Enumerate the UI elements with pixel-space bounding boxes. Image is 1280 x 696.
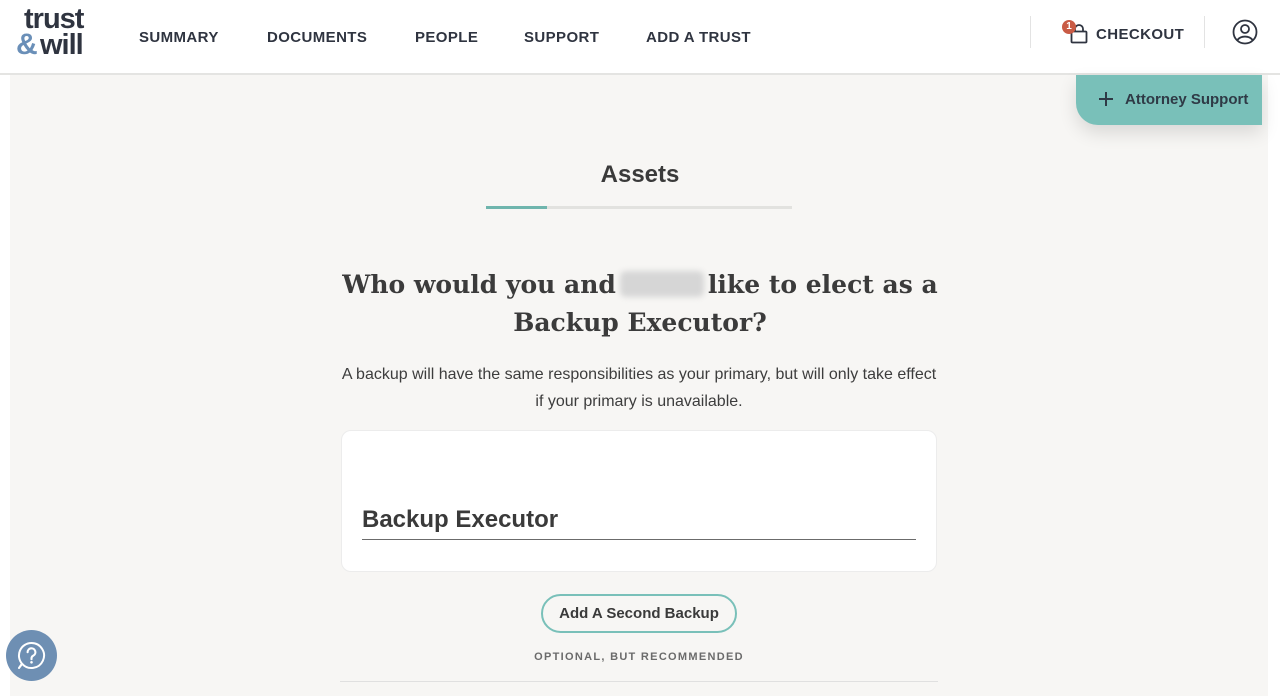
nav-people[interactable]: PEOPLE — [415, 29, 478, 47]
question-text-start: Who would you and — [342, 270, 616, 299]
user-account-icon[interactable] — [1232, 19, 1258, 45]
trust-and-will-logo[interactable]: trust & will — [16, 4, 94, 62]
optional-note: OPTIONAL, BUT RECOMMENDED — [534, 651, 744, 663]
logo-ampersand: & — [16, 28, 38, 61]
header-divider — [1030, 16, 1031, 48]
top-header: trust & will SUMMARY DOCUMENTS PEOPLE SU… — [0, 0, 1280, 75]
checkout-button[interactable]: 1 CHECKOUT — [1062, 20, 1192, 50]
header-divider-2 — [1204, 16, 1205, 48]
question-heading: Who would you and like to elect as a Back… — [330, 266, 950, 342]
add-second-backup-button[interactable]: Add A Second Backup — [541, 594, 737, 633]
backup-executor-card: Backup Executor — [341, 430, 937, 572]
plus-icon — [1099, 92, 1113, 106]
nav-add-a-trust[interactable]: ADD A TRUST — [646, 29, 751, 47]
attorney-support-label: Attorney Support — [1125, 91, 1249, 108]
nav-support[interactable]: SUPPORT — [524, 29, 599, 47]
backup-executor-field[interactable]: Backup Executor — [362, 503, 916, 540]
checkout-count-badge: 1 — [1062, 20, 1076, 34]
logo-text-will: will — [40, 29, 84, 61]
nav-documents[interactable]: DOCUMENTS — [267, 29, 367, 47]
section-progress-bar — [486, 206, 792, 209]
section-progress-fill — [486, 206, 548, 209]
bottom-divider — [340, 681, 938, 682]
help-question-icon — [17, 641, 46, 669]
question-description: A backup will have the same responsibili… — [341, 366, 937, 410]
backup-executor-label: Backup Executor — [362, 506, 559, 533]
help-button[interactable] — [6, 630, 57, 681]
checkout-label: CHECKOUT — [1096, 26, 1185, 43]
section-title: Assets — [600, 161, 680, 188]
redacted-partner-name — [619, 271, 704, 297]
attorney-support-button[interactable]: Attorney Support — [1076, 75, 1262, 125]
nav-summary[interactable]: SUMMARY — [139, 29, 219, 47]
